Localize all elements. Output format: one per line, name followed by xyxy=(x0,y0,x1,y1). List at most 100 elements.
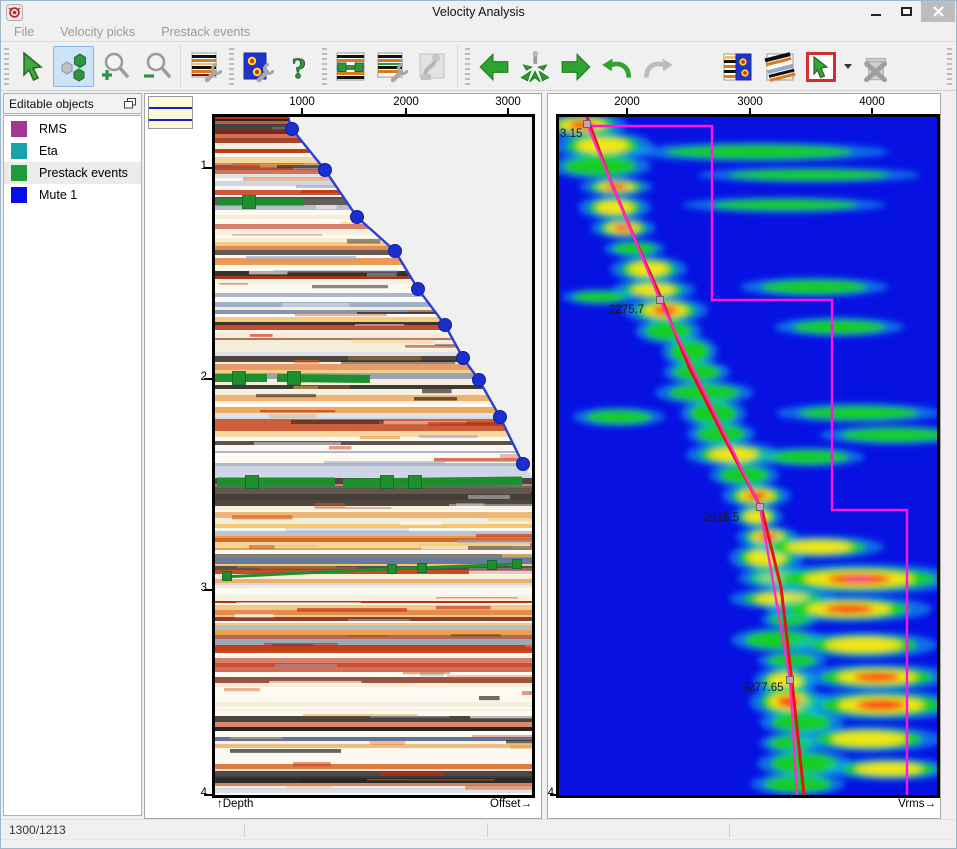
wiggle-view-icon xyxy=(764,51,796,83)
flatten-button-disabled xyxy=(412,46,453,87)
close-button[interactable] xyxy=(921,1,955,22)
semblance-plot-panel: 2000 3000 4000 4 3.152275.72915.53277.65… xyxy=(547,93,941,819)
arrow-left-icon xyxy=(477,50,511,84)
select-arrow-icon xyxy=(17,51,49,83)
editable-objects-panel: Editable objects RMS Eta Prestack events xyxy=(3,93,142,816)
zoom-in-icon xyxy=(99,51,131,83)
toolbar: ? xyxy=(1,43,956,91)
semblance-display-settings-button[interactable] xyxy=(237,46,278,87)
depth-tick-4-right: 4 xyxy=(536,787,554,799)
eta-color-swatch xyxy=(11,143,27,159)
editable-objects-title: Editable objects xyxy=(9,97,94,111)
previous-gather-button[interactable] xyxy=(473,46,514,87)
redo-icon xyxy=(641,50,675,84)
select-tool-button[interactable] xyxy=(12,46,53,87)
toolbar-grip[interactable] xyxy=(322,48,327,86)
mini-legend xyxy=(148,96,193,129)
toolbar-separator xyxy=(457,46,458,88)
depth-tick-1: 1 xyxy=(187,160,207,172)
seismic-settings-icon xyxy=(190,51,222,83)
offset-tick-3000: 3000 xyxy=(486,96,530,108)
list-item-mute-1[interactable]: Mute 1 xyxy=(4,184,141,206)
toolbar-grip[interactable] xyxy=(4,48,9,86)
list-item-label: RMS xyxy=(39,122,67,136)
maximize-button[interactable] xyxy=(891,1,921,22)
offset-tick-2000: 2000 xyxy=(384,96,428,108)
redo-button-disabled xyxy=(637,46,678,87)
list-item-label: Eta xyxy=(39,144,58,158)
menu-bar: File Velocity picks Prestack events xyxy=(1,23,956,42)
mini-legend-line xyxy=(149,107,192,109)
seismic-tools-button[interactable] xyxy=(371,46,412,87)
list-item-label: Mute 1 xyxy=(39,188,77,202)
seismic-display-settings-button[interactable] xyxy=(185,46,226,87)
list-item-prestack-events[interactable]: Prestack events xyxy=(4,162,141,184)
list-item-eta[interactable]: Eta xyxy=(4,140,141,162)
rms-color-swatch xyxy=(11,121,27,137)
wiggle-view-button[interactable] xyxy=(759,46,800,87)
editable-objects-header: Editable objects xyxy=(3,93,142,114)
flatten-icon xyxy=(417,51,449,83)
svg-text:2275.7: 2275.7 xyxy=(609,304,644,316)
title-bar: Velocity Analysis xyxy=(1,1,956,23)
gather-plot-panel: 1000 2000 3000 1 2 3 4 ↑Depth Offset→ xyxy=(144,93,542,819)
toolbar-grip[interactable] xyxy=(229,48,234,86)
window-bottom-edge xyxy=(1,839,956,849)
depth-tick-3: 3 xyxy=(187,582,207,594)
depth-tick-4: 4 xyxy=(187,787,207,799)
menu-file[interactable]: File xyxy=(1,25,47,39)
toolbar-grip[interactable] xyxy=(465,48,470,86)
status-divider xyxy=(729,823,730,837)
pointer-mode-dropdown[interactable] xyxy=(841,46,854,87)
spread-navigator-button[interactable] xyxy=(514,46,555,87)
menu-velocity-picks[interactable]: Velocity picks xyxy=(47,25,148,39)
help-icon: ? xyxy=(283,51,315,83)
list-item-label: Prestack events xyxy=(39,166,128,180)
svg-text:3277.65: 3277.65 xyxy=(742,682,784,694)
help-button[interactable]: ? xyxy=(278,46,319,87)
chevron-down-icon xyxy=(844,64,852,69)
depth-axis-label: ↑Depth xyxy=(217,798,253,810)
offset-tick-1000: 1000 xyxy=(280,96,324,108)
toolbar-grip[interactable] xyxy=(947,48,952,86)
status-divider xyxy=(244,823,245,837)
float-panel-icon[interactable] xyxy=(124,98,136,109)
mini-legend-line xyxy=(149,119,192,121)
svg-text:?: ? xyxy=(291,52,306,83)
vrms-axis-label: Vrms→ xyxy=(882,798,936,810)
zoom-out-icon xyxy=(140,51,172,83)
minimize-button[interactable] xyxy=(861,1,891,22)
toolbar-separator xyxy=(180,46,181,88)
undo-button[interactable] xyxy=(596,46,637,87)
delete-icon xyxy=(858,50,892,84)
menu-prestack-events[interactable]: Prestack events xyxy=(148,25,263,39)
zoom-out-button[interactable] xyxy=(135,46,176,87)
gather-plot-area[interactable] xyxy=(212,114,535,798)
editable-objects-list: RMS Eta Prestack events Mute 1 xyxy=(3,115,142,816)
combined-view-icon xyxy=(723,51,755,83)
spread-navigator-icon xyxy=(518,50,552,84)
svg-text:3.15: 3.15 xyxy=(560,128,582,140)
vrms-tick-3000: 3000 xyxy=(728,96,772,108)
pick-horizons-button[interactable] xyxy=(330,46,371,87)
delete-button-disabled xyxy=(854,46,895,87)
vrms-tick-2000: 2000 xyxy=(605,96,649,108)
zoom-in-button[interactable] xyxy=(94,46,135,87)
combined-view-button[interactable] xyxy=(718,46,759,87)
app-window: Velocity Analysis File Velocity picks Pr… xyxy=(0,0,957,849)
next-gather-button[interactable] xyxy=(555,46,596,87)
depth-tick-2: 2 xyxy=(187,371,207,383)
vrms-tick-4000: 4000 xyxy=(850,96,894,108)
list-item-rms[interactable]: RMS xyxy=(4,118,141,140)
semblance-plot-area[interactable]: 3.152275.72915.53277.65 xyxy=(556,114,940,798)
status-bar: 1300/1213 xyxy=(1,819,956,839)
status-divider xyxy=(487,823,488,837)
undo-icon xyxy=(600,50,634,84)
window-title: Velocity Analysis xyxy=(1,5,956,19)
pick-objects-button[interactable] xyxy=(53,46,94,87)
arrow-right-icon xyxy=(559,50,593,84)
pointer-mode-button[interactable] xyxy=(800,46,841,87)
mute-1-color-swatch xyxy=(11,187,27,203)
pointer-mode-icon xyxy=(805,51,837,83)
seismic-tools-icon xyxy=(376,51,408,83)
